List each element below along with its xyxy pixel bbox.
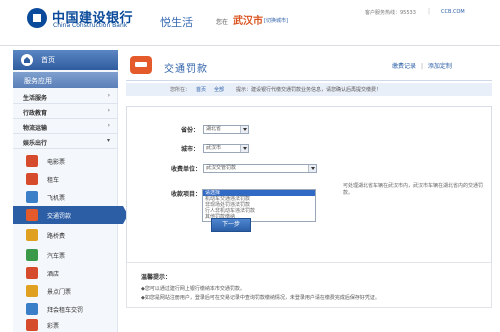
- coverage-hint: 可处理湖北省车辆在武汉市内，武汉市车辆在湖北省内的交通罚款。: [343, 183, 484, 196]
- unit-label: 收费单位：: [171, 166, 202, 173]
- location-prefix: 您在: [216, 19, 229, 26]
- header-separator: |: [428, 8, 431, 15]
- city-value: 武汉市: [206, 145, 222, 151]
- ccb-site-link[interactable]: CCB.COM: [441, 9, 465, 15]
- chevron-right-icon: ›: [107, 107, 110, 114]
- tips-title: 温馨提示：: [141, 274, 172, 281]
- sidebar-item-bus-ticket[interactable]: 汽车票: [13, 246, 118, 264]
- notice-bar: 您所在： 首页 全部 提示：建设银行代缴交通罚款业务信息，请您确认后再提交缴费！: [126, 83, 492, 96]
- traffic-fine-icon: [26, 209, 38, 221]
- hotel-icon: [26, 267, 38, 279]
- sidebar-item-label: 电影票: [47, 159, 66, 166]
- province-select[interactable]: 湖北省: [203, 125, 249, 134]
- rental-fine-icon: [26, 303, 38, 315]
- breadcrumb-all-link[interactable]: 全部: [214, 86, 224, 93]
- sidebar-item-attraction-ticket[interactable]: 景点门票: [13, 282, 118, 300]
- logo-english-name: China Construction Bank: [53, 22, 128, 29]
- tip-line: ◆您可以通过建行网上银行缴纳本市交通罚款。: [141, 286, 245, 292]
- service-hotline: 客户服务热线：95533: [365, 10, 416, 16]
- province-value: 湖北省: [206, 126, 222, 132]
- sidebar-item-traffic-fine[interactable]: 交通罚款: [13, 206, 128, 224]
- chevron-down-icon: [240, 126, 248, 133]
- home-icon: [21, 54, 33, 66]
- sidebar-item-flight-ticket[interactable]: 飞机票: [13, 188, 118, 206]
- tips-box: 温馨提示： ◆您可以通过建行网上银行缴纳本市交通罚款。 ◆如您是网站注册用户，登…: [126, 262, 492, 308]
- sidebar-category-admin-education[interactable]: 行政教育 ›: [13, 105, 118, 119]
- payment-record-link[interactable]: 缴费记录: [392, 61, 416, 70]
- sidebar-item-label: 飞机票: [47, 195, 66, 202]
- traffic-fine-icon: [130, 56, 152, 74]
- sidebar-item-label: 路桥费: [47, 233, 66, 240]
- sidebar-item-hotel[interactable]: 酒店: [13, 264, 118, 282]
- breadcrumb-home-link[interactable]: 首页: [196, 86, 206, 93]
- category-label: 生活服务: [23, 95, 48, 102]
- chevron-down-icon: [240, 145, 248, 152]
- car-rental-icon: [26, 173, 38, 185]
- item-label: 收款项目：: [171, 191, 202, 198]
- sidebar-category-logistics[interactable]: 物流运输 ›: [13, 120, 118, 134]
- sidebar-item-road-bridge-fee[interactable]: 路桥费: [13, 226, 118, 244]
- switch-city-link[interactable]: [切换城市]: [264, 17, 288, 24]
- tip-line: ◆如您是网站注册用户，登录后可在交易记录中查询罚款缴纳情况，未登录用户请在缴费完…: [141, 295, 380, 301]
- road-bridge-icon: [26, 229, 38, 241]
- city-select[interactable]: 武汉市: [203, 144, 249, 153]
- province-label: 省份：: [181, 127, 200, 134]
- chevron-right-icon: ›: [107, 92, 110, 99]
- chevron-down-icon: [308, 165, 316, 172]
- sidebar-category-entertainment-travel[interactable]: 娱乐出行 ▾: [13, 135, 118, 149]
- title-divider: [126, 80, 492, 81]
- unit-value: 武汉交管罚款: [206, 165, 237, 171]
- portal-name[interactable]: 悦生活: [160, 14, 193, 30]
- sidebar: 首页 服务应用 生活服务 › 行政教育 › 物流运输 › 娱乐出行 ▾ 电影票 …: [13, 50, 128, 332]
- sidebar-item-label: 租车: [47, 177, 60, 184]
- sidebar-item-lottery[interactable]: 彩票: [13, 316, 118, 332]
- lottery-icon: [26, 319, 38, 331]
- bus-ticket-icon: [26, 249, 38, 261]
- unit-select[interactable]: 武汉交管罚款: [203, 164, 317, 173]
- sidebar-item-label: 彩票: [47, 323, 60, 330]
- home-label: 首页: [41, 56, 55, 64]
- sidebar-item-label: 拜会租车交罚: [47, 307, 84, 314]
- current-city: 武汉市: [233, 16, 263, 27]
- attraction-ticket-icon: [26, 285, 38, 297]
- sidebar-item-label: 汽车票: [47, 253, 66, 260]
- header-links: 缴费记录 | 添加定制: [392, 61, 452, 70]
- page-title: 交通罚款: [164, 64, 208, 75]
- movie-ticket-icon: [26, 155, 38, 167]
- ccb-logo-icon[interactable]: [27, 8, 47, 28]
- breadcrumb-prefix: 您所在：: [170, 87, 191, 93]
- add-subscription-link[interactable]: 添加定制: [428, 61, 452, 70]
- chevron-right-icon: ›: [107, 122, 110, 129]
- main-content: 交通罚款 缴费记录 | 添加定制 您所在： 首页 全部 提示：建设银行代缴交通罚…: [126, 52, 500, 332]
- city-label: 城市：: [181, 146, 200, 153]
- sidebar-category-life[interactable]: 生活服务 ›: [13, 90, 118, 104]
- sidebar-item-label: 交通罚款: [47, 213, 72, 220]
- category-label: 物流运输: [23, 125, 48, 132]
- services-header: 服务应用: [13, 72, 118, 88]
- chevron-down-icon: ▾: [106, 137, 110, 144]
- header: 中国建设银行 China Construction Bank 悦生活 您在 武汉…: [0, 0, 500, 46]
- sidebar-item-label: 景点门票: [47, 289, 72, 296]
- services-header-label: 服务应用: [24, 77, 52, 85]
- notice-text: 提示：建设银行代缴交通罚款业务信息，请您确认后再提交缴费！: [236, 87, 382, 93]
- category-label: 娱乐出行: [23, 140, 48, 147]
- category-label: 行政教育: [23, 110, 48, 117]
- next-step-button[interactable]: 下一步: [211, 218, 251, 232]
- sidebar-item-movie-ticket[interactable]: 电影票: [13, 152, 118, 170]
- plane-icon: [26, 191, 38, 203]
- link-separator: |: [420, 63, 423, 70]
- sidebar-item-car-rental[interactable]: 租车: [13, 170, 118, 188]
- home-nav[interactable]: 首页: [13, 50, 118, 70]
- page: 中国建设银行 China Construction Bank 悦生活 您在 武汉…: [0, 0, 500, 332]
- sidebar-item-label: 酒店: [47, 271, 60, 278]
